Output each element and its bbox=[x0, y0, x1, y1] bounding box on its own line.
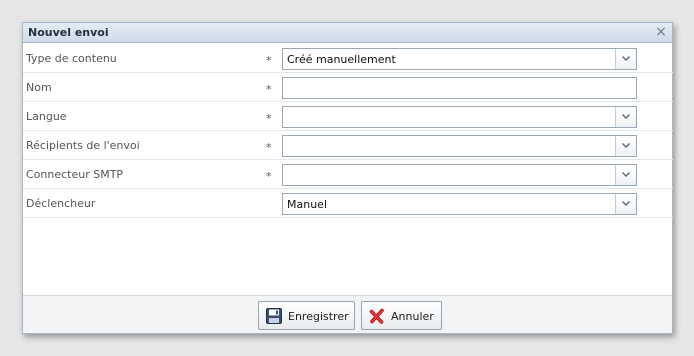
save-button-label: Enregistrer bbox=[288, 310, 349, 323]
field-label: Connecteur SMTP bbox=[26, 168, 124, 181]
dropdown-button[interactable] bbox=[615, 136, 636, 156]
required-marker: * bbox=[266, 141, 272, 154]
red-x-icon bbox=[369, 308, 384, 324]
dropdown-button[interactable] bbox=[615, 165, 636, 185]
form-row-trigger: Déclencheur Manuel bbox=[23, 189, 673, 218]
cancel-button[interactable]: Annuler bbox=[361, 301, 442, 330]
required-marker: * bbox=[266, 170, 272, 183]
field-label: Nom bbox=[26, 81, 52, 94]
dropdown-button[interactable] bbox=[615, 194, 636, 214]
chevron-down-icon bbox=[622, 114, 630, 119]
form-row-name: Nom * bbox=[23, 73, 673, 102]
required-marker: * bbox=[266, 54, 272, 67]
dropdown-button[interactable] bbox=[615, 49, 636, 69]
floppy-disk-icon bbox=[266, 308, 282, 324]
form-row-language: Langue * bbox=[23, 102, 673, 131]
language-select[interactable] bbox=[282, 106, 637, 128]
dialog-title: Nouvel envoi bbox=[28, 26, 109, 39]
dialog-footer: Enregistrer Annuler bbox=[23, 295, 672, 333]
field-label: Déclencheur bbox=[26, 197, 96, 210]
dropdown-button[interactable] bbox=[615, 107, 636, 127]
content-type-select[interactable]: Créé manuellement bbox=[282, 48, 637, 70]
chevron-down-icon bbox=[622, 172, 630, 177]
name-input[interactable] bbox=[282, 77, 637, 99]
close-icon[interactable]: × bbox=[654, 25, 668, 39]
smtp-connector-select[interactable] bbox=[282, 164, 637, 186]
chevron-down-icon bbox=[622, 56, 630, 61]
field-label: Type de contenu bbox=[26, 52, 117, 65]
select-value: Manuel bbox=[287, 198, 327, 211]
chevron-down-icon bbox=[622, 143, 630, 148]
form-row-smtp-connector: Connecteur SMTP * bbox=[23, 160, 673, 189]
required-marker: * bbox=[266, 83, 272, 96]
required-marker: * bbox=[266, 112, 272, 125]
save-button[interactable]: Enregistrer bbox=[258, 301, 355, 330]
new-send-dialog: Nouvel envoi × Type de contenu * Créé ma… bbox=[22, 22, 673, 334]
field-label: Récipients de l'envoi bbox=[26, 139, 140, 152]
trigger-select[interactable]: Manuel bbox=[282, 193, 637, 215]
field-label: Langue bbox=[26, 110, 67, 123]
form-row-recipients: Récipients de l'envoi * bbox=[23, 131, 673, 160]
dialog-titlebar: Nouvel envoi × bbox=[23, 23, 672, 43]
select-value: Créé manuellement bbox=[287, 53, 396, 66]
form: Type de contenu * Créé manuellement Nom … bbox=[23, 44, 673, 218]
recipients-select[interactable] bbox=[282, 135, 637, 157]
chevron-down-icon bbox=[622, 201, 630, 206]
cancel-button-label: Annuler bbox=[391, 310, 434, 323]
form-row-content-type: Type de contenu * Créé manuellement bbox=[23, 44, 673, 73]
